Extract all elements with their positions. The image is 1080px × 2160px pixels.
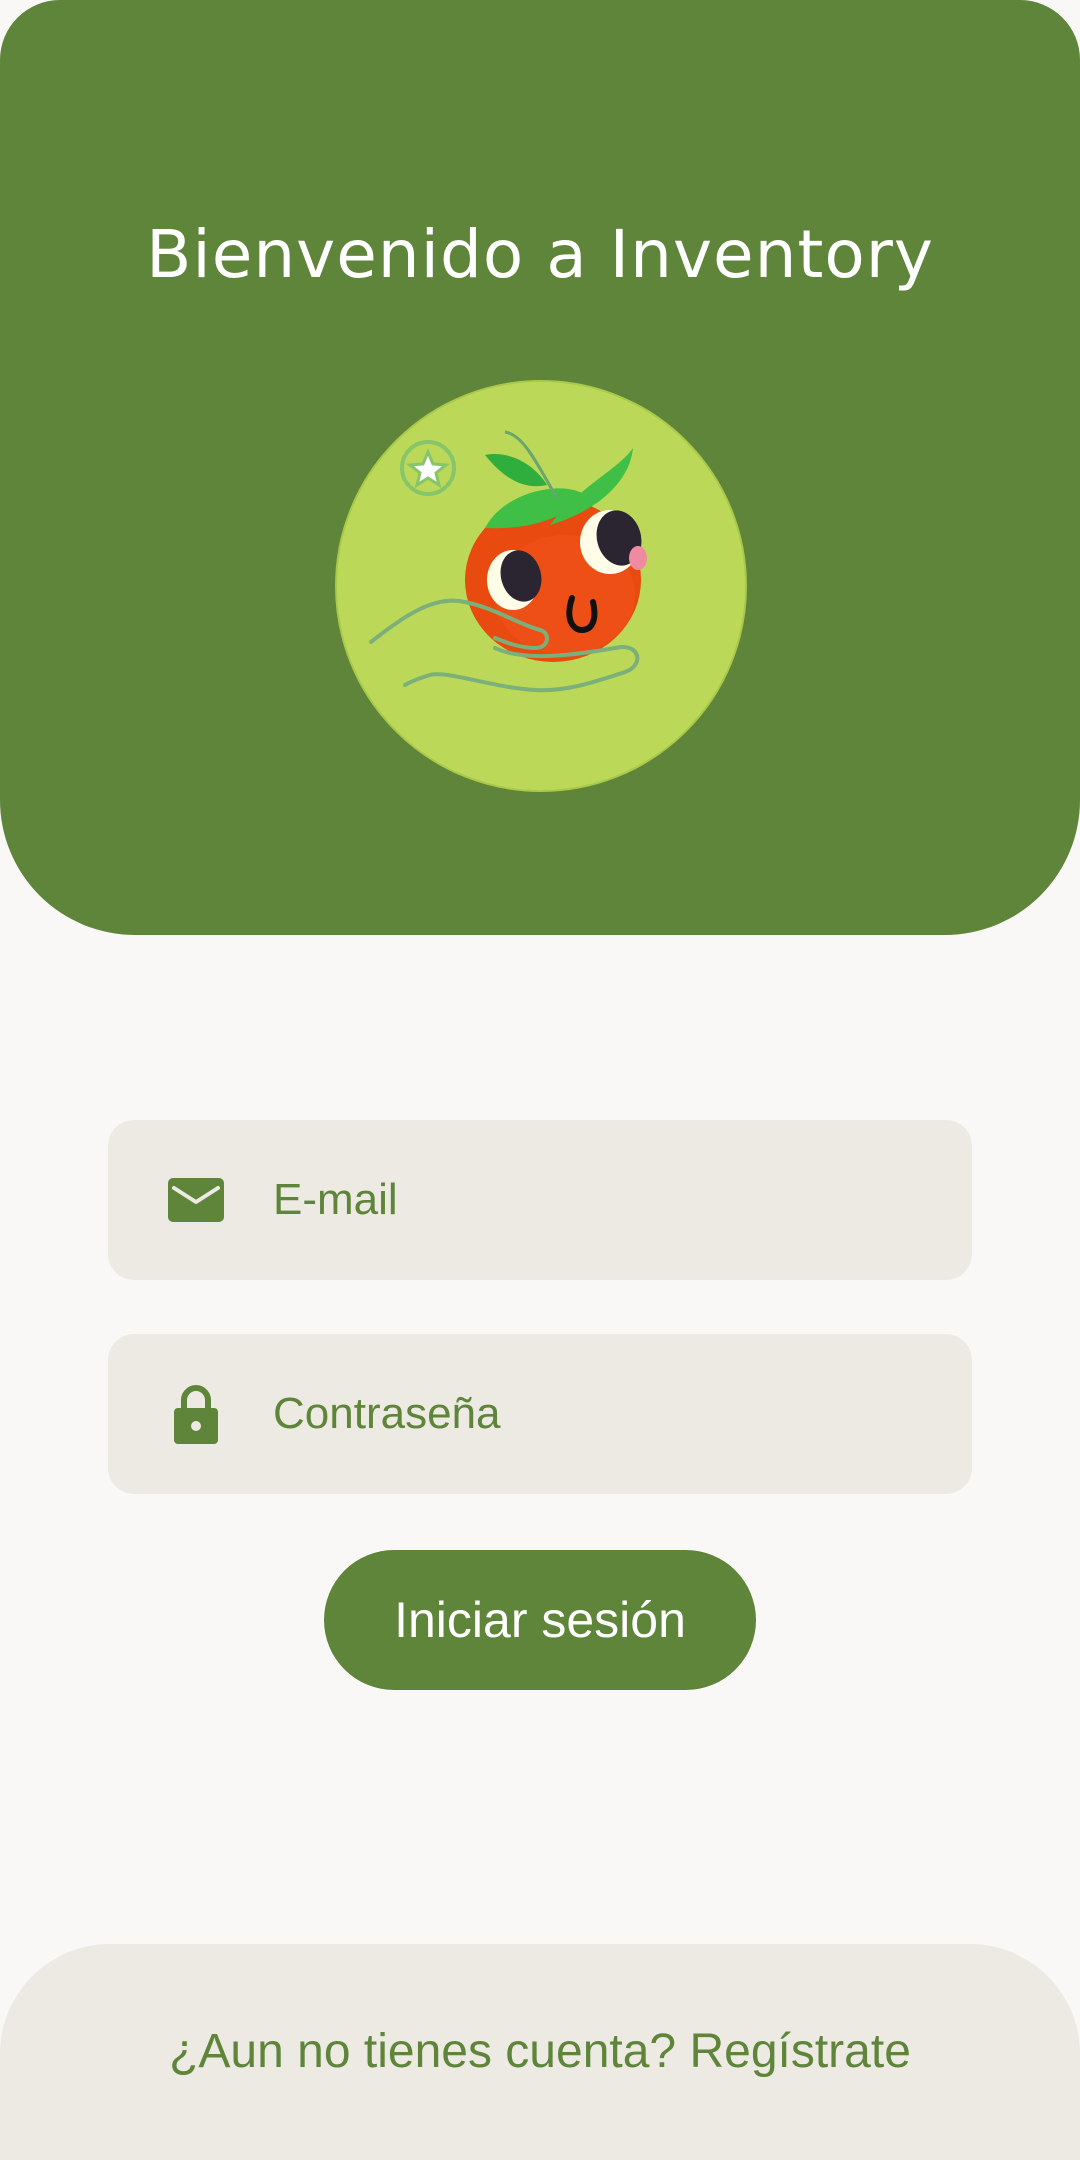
footer-panel: ¿Aun no tienes cuenta? Regístrate: [0, 1944, 1080, 2160]
email-input[interactable]: [273, 1120, 933, 1280]
tomato-hand-logo-icon: [335, 380, 747, 792]
password-field[interactable]: [108, 1334, 972, 1494]
header-banner: Bienvenido a Inventory: [0, 0, 1080, 935]
login-button[interactable]: Iniciar sesión: [324, 1550, 756, 1690]
email-field[interactable]: [108, 1120, 972, 1280]
password-input[interactable]: [273, 1334, 933, 1494]
register-link[interactable]: ¿Aun no tienes cuenta? Regístrate: [0, 2024, 1080, 2079]
page-title: Bienvenido a Inventory: [146, 216, 934, 293]
mail-icon: [168, 1178, 224, 1222]
lock-icon: [174, 1384, 218, 1444]
